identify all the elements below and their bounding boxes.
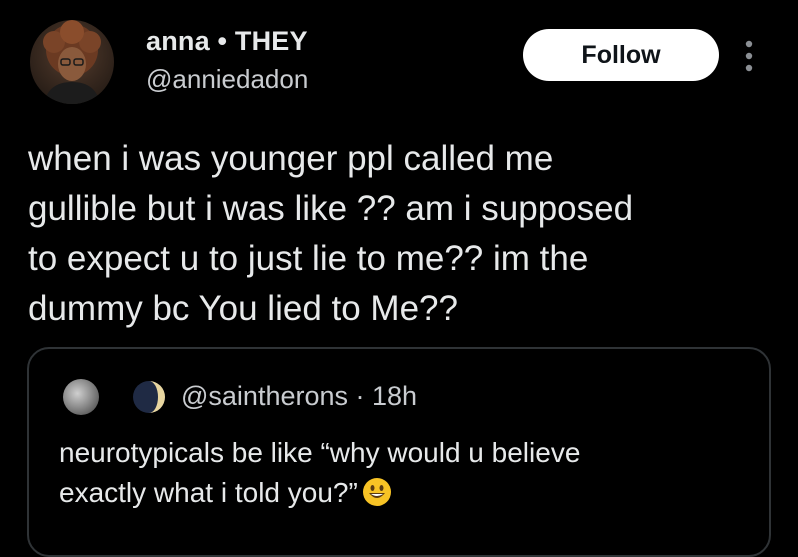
tweet-text-line: gullible but i was like ?? am i supposed: [28, 189, 634, 228]
follow-button[interactable]: Follow: [523, 29, 719, 81]
tweet-text-line: dummy bc You lied to Me??: [28, 289, 458, 328]
more-options-icon[interactable]: [740, 38, 758, 74]
tweet-text-line: when i was younger ppl called me: [28, 139, 554, 178]
quoted-author-avatar: [63, 379, 99, 415]
tweet-card: anna • THEY @anniedadon Follow when i wa…: [0, 0, 798, 557]
crescent-moon-icon: [129, 377, 169, 417]
author-avatar[interactable]: [30, 20, 114, 104]
author-display-name[interactable]: anna • THEY: [146, 26, 308, 57]
quoted-text-line: neurotypicals be like “why would u belie…: [59, 437, 581, 468]
quoted-tweet-body: neurotypicals be like “why would u belie…: [59, 433, 759, 513]
grinning-face-emoji-icon: [362, 477, 392, 507]
quoted-tweet[interactable]: @saintherons · 18h neurotypicals be like…: [27, 347, 771, 557]
tweet-body: when i was younger ppl called me gullible…: [28, 134, 768, 334]
author-handle[interactable]: @anniedadon: [146, 64, 308, 95]
quoted-text-line: exactly what i told you?”: [59, 477, 358, 508]
tweet-text-line: to expect u to just lie to me?? im the: [28, 239, 589, 278]
avatar-portrait-icon: [43, 20, 101, 104]
quoted-handle-timestamp: @saintherons · 18h: [181, 381, 418, 411]
